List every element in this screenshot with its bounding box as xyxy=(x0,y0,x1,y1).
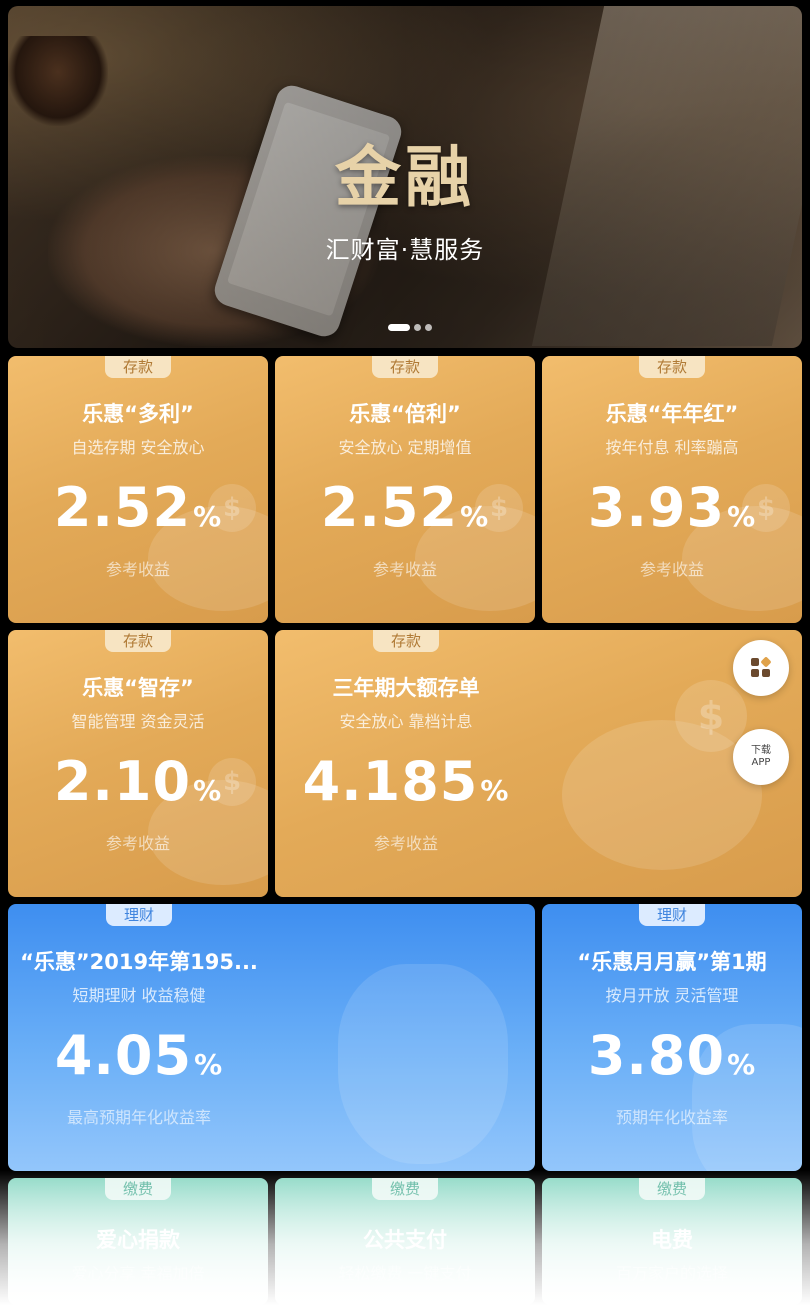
product-card-beili[interactable]: $ 存款 乐惠“倍利” 安全放心 定期增值 2.52% 参考收益 xyxy=(275,356,535,623)
product-rate: 4.05% xyxy=(54,1024,224,1087)
rate-label: 参考收益 xyxy=(372,560,437,579)
category-tag: 存款 xyxy=(372,356,438,378)
product-card-duoli[interactable]: $ 存款 乐惠“多利” 自选存期 安全放心 2.52% 参考收益 xyxy=(8,356,268,623)
payment-title: 爱心捐款 xyxy=(96,1228,180,1252)
category-tag: 存款 xyxy=(105,356,171,378)
product-rate: 3.80% xyxy=(587,1024,757,1087)
carousel-dot-active[interactable] xyxy=(388,324,410,331)
grid-apps-icon xyxy=(751,656,772,678)
product-rate: 2.52% xyxy=(320,476,490,539)
download-app-button[interactable]: 下载 APP xyxy=(733,729,789,785)
product-rate: 2.10% xyxy=(53,750,223,813)
payment-card-electricity[interactable]: 缴费 电费 百万家户的选择 xyxy=(542,1178,802,1305)
product-title: “乐惠”2019年第195... xyxy=(20,950,258,974)
product-title: 乐惠“年年红” xyxy=(605,402,739,426)
banner-subtitle: 汇财富·慧服务 xyxy=(325,236,485,264)
product-title: 乐惠“智存” xyxy=(82,676,194,700)
product-subtitle: 安全放心 靠档计息 xyxy=(339,712,473,731)
payment-subtitle: 爱心分享 幸福加倍 xyxy=(71,1264,205,1283)
product-card-wealth-195[interactable]: 理财 “乐惠”2019年第195... 短期理财 收益稳健 4.05% 最高预期… xyxy=(8,904,535,1171)
product-subtitle: 智能管理 资金灵活 xyxy=(71,712,205,731)
category-tag: 存款 xyxy=(639,356,705,378)
category-tag: 缴费 xyxy=(639,1178,705,1200)
dollar-coin-icon: $ xyxy=(675,680,747,752)
payment-title: 电费 xyxy=(651,1228,693,1252)
banner-title: 金融 xyxy=(335,138,475,216)
product-title: “乐惠月月赢”第1期 xyxy=(577,950,767,974)
product-subtitle: 按月开放 灵活管理 xyxy=(605,986,739,1005)
carousel-dot[interactable] xyxy=(425,324,432,331)
rate-label: 参考收益 xyxy=(639,560,704,579)
product-card-large-deposit[interactable]: $ 存款 三年期大额存单 安全放心 靠档计息 4.185% 参考收益 xyxy=(275,630,802,897)
rate-label: 最高预期年化收益率 xyxy=(66,1108,211,1127)
rate-label: 参考收益 xyxy=(105,834,170,853)
product-subtitle: 安全放心 定期增值 xyxy=(338,438,472,457)
payment-subtitle: 百万家户的选择 xyxy=(615,1264,728,1283)
money-bag-icon xyxy=(338,964,508,1164)
payment-title: 公共支付 xyxy=(363,1228,447,1252)
product-rate: 4.185% xyxy=(302,750,510,813)
category-tag: 缴费 xyxy=(105,1178,171,1200)
product-subtitle: 按年付息 利率蹦高 xyxy=(605,438,739,457)
category-tag: 理财 xyxy=(639,904,705,926)
apps-menu-button[interactable] xyxy=(733,640,789,696)
payment-card-public[interactable]: 缴费 公共支付 轻松缴费 一键支付 xyxy=(275,1178,535,1305)
product-card-yueyueying[interactable]: 理财 “乐惠月月赢”第1期 按月开放 灵活管理 3.80% 预期年化收益率 xyxy=(542,904,802,1171)
download-label: 下载 xyxy=(751,745,771,756)
rate-label: 参考收益 xyxy=(105,560,170,579)
category-tag: 理财 xyxy=(106,904,172,926)
carousel-dot[interactable] xyxy=(414,324,421,331)
rate-label: 预期年化收益率 xyxy=(615,1108,728,1127)
rate-label: 参考收益 xyxy=(373,834,438,853)
product-rate: 3.93% xyxy=(587,476,757,539)
category-tag: 缴费 xyxy=(372,1178,438,1200)
category-tag: 存款 xyxy=(105,630,171,652)
product-title: 三年期大额存单 xyxy=(332,676,480,700)
payment-card-donation[interactable]: 缴费 爱心捐款 爱心分享 幸福加倍 xyxy=(8,1178,268,1305)
product-title: 乐惠“倍利” xyxy=(349,402,461,426)
product-subtitle: 自选存期 安全放心 xyxy=(71,438,205,457)
carousel-pagination[interactable] xyxy=(388,324,432,331)
product-card-niannianhong[interactable]: $ 存款 乐惠“年年红” 按年付息 利率蹦高 3.93% 参考收益 xyxy=(542,356,802,623)
product-subtitle: 短期理财 收益稳健 xyxy=(72,986,206,1005)
app-label: APP xyxy=(751,757,771,768)
category-tag: 存款 xyxy=(373,630,439,652)
payment-subtitle: 轻松缴费 一键支付 xyxy=(338,1264,472,1283)
product-title: 乐惠“多利” xyxy=(82,402,194,426)
product-rate: 2.52% xyxy=(53,476,223,539)
product-card-zhicun[interactable]: $ 存款 乐惠“智存” 智能管理 资金灵活 2.10% 参考收益 xyxy=(8,630,268,897)
hero-banner[interactable]: 金融 汇财富·慧服务 xyxy=(8,6,802,348)
